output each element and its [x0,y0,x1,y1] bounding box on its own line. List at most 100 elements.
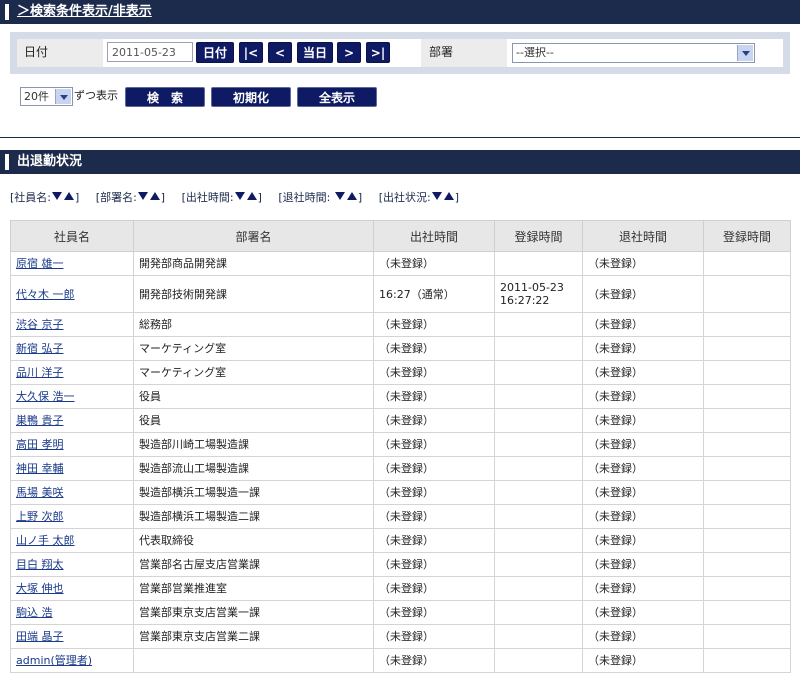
employee-link[interactable]: 巣鴨 貴子 [16,414,64,427]
employee-link[interactable]: 大塚 伸也 [16,582,64,595]
employee-name-cell: 高田 孝明 [10,432,134,457]
clock-out-registered-cell [703,432,791,457]
clock-out-registered-cell [703,648,791,673]
page-size-value: 20件 [24,90,49,103]
clock-in-registered-cell [494,624,583,649]
divider [0,137,800,138]
clock-out-registered-cell [703,528,791,553]
clock-in-registered-cell [494,504,583,529]
department-cell: 役員 [133,408,374,433]
clock-in-cell: （未登録） [373,528,495,553]
first-day-button[interactable]: |< [239,42,263,63]
employee-link[interactable]: 高田 孝明 [16,438,64,451]
sort-asc-icon[interactable] [443,192,454,200]
current-day-button[interactable]: 当日 [297,42,333,63]
sort-asc-icon[interactable] [149,192,160,200]
employee-name-cell: 目白 翔太 [10,552,134,577]
table-row: 山ノ手 太郎 代表取締役 （未登録） （未登録） [10,528,791,553]
sort-desc-icon[interactable] [137,192,148,200]
next-day-button[interactable]: > [337,42,361,63]
table-row: 神田 幸輔 製造部流山工場製造課 （未登録） （未登録） [10,456,791,481]
clock-in-cell: （未登録） [373,336,495,361]
today-button[interactable]: 日付 [196,42,234,63]
dept-select[interactable]: --選択-- [512,43,755,63]
clock-in-registered-cell [494,312,583,337]
employee-name-cell: 代々木 一郎 [10,275,134,313]
department-cell: 営業部営業推進室 [133,576,374,601]
table-row: 目白 翔太 営業部名古屋支店営業課 （未登録） （未登録） [10,552,791,577]
table-row: 高田 孝明 製造部川崎工場製造課 （未登録） （未登録） [10,432,791,457]
clock-in-cell: （未登録） [373,432,495,457]
section-marker [5,154,9,170]
employee-link[interactable]: 大久保 浩一 [16,390,75,403]
prev-day-button[interactable]: < [268,42,292,63]
employee-name-cell: 上野 次郎 [10,504,134,529]
department-cell: 開発部商品開発課 [133,251,374,276]
employee-link[interactable]: 馬場 美咲 [16,486,64,499]
clock-out-cell: （未登録） [582,600,704,625]
section-marker [5,4,9,20]
employee-link[interactable]: 山ノ手 太郎 [16,534,75,547]
employee-link[interactable]: admin(管理者) [16,654,92,667]
attendance-table: 社員名 部署名 出社時間 登録時間 退社時間 登録時間 原宿 雄一 開発部商品開発… [10,220,791,673]
sort-bar: [社員名:] [部署名:] [出社時間:] [退社時間: ] [出社状況:] [10,189,472,205]
clock-in-cell: （未登録） [373,480,495,505]
employee-link[interactable]: 目白 翔太 [16,558,64,571]
sort-label: [出社時間: [181,191,234,204]
clock-out-cell: （未登録） [582,456,704,481]
last-day-button[interactable]: >| [366,42,390,63]
clock-out-cell: （未登録） [582,408,704,433]
sort-desc-icon[interactable] [431,192,442,200]
clock-out-registered-cell [703,576,791,601]
clock-in-cell: （未登録） [373,408,495,433]
chevron-down-icon[interactable] [55,89,71,104]
col-department: 部署名 [133,220,374,252]
employee-link[interactable]: 田端 晶子 [16,630,64,643]
employee-link[interactable]: 渋谷 京子 [16,318,64,331]
employee-link[interactable]: 上野 次郎 [16,510,64,523]
table-row: 馬場 美咲 製造部横浜工場製造一課 （未登録） （未登録） [10,480,791,505]
clock-in-cell: （未登録） [373,600,495,625]
employee-link[interactable]: 代々木 一郎 [16,288,75,301]
clock-out-registered-cell [703,552,791,577]
table-row: 大塚 伸也 営業部営業推進室 （未登録） （未登録） [10,576,791,601]
search-button[interactable]: 検 索 [125,87,205,107]
reset-button[interactable]: 初期化 [211,87,291,107]
employee-name-cell: 大久保 浩一 [10,384,134,409]
employee-link[interactable]: 新宿 弘子 [16,342,64,355]
employee-name-cell: 新宿 弘子 [10,336,134,361]
employee-link[interactable]: 神田 幸輔 [16,462,64,475]
clock-out-registered-cell [703,600,791,625]
sort-desc-icon[interactable] [334,192,345,200]
table-row: 大久保 浩一 役員 （未登録） （未登録） [10,384,791,409]
sort-desc-icon[interactable] [234,192,245,200]
search-toggle-bar: ＞検索条件表示/非表示 [0,0,800,24]
table-row: 原宿 雄一 開発部商品開発課 （未登録） （未登録） [10,251,791,276]
clock-out-cell: （未登録） [582,384,704,409]
col-clock-in-registered: 登録時間 [494,220,583,252]
employee-link[interactable]: 原宿 雄一 [16,257,64,270]
clock-out-cell: （未登録） [582,576,704,601]
clock-in-cell: （未登録） [373,624,495,649]
employee-link[interactable]: 品川 洋子 [16,366,64,379]
sort-asc-icon[interactable] [246,192,257,200]
clock-in-registered-cell [494,408,583,433]
clock-out-cell: （未登録） [582,432,704,457]
clock-out-registered-cell [703,456,791,481]
clock-in-cell: （未登録） [373,552,495,577]
sort-asc-icon[interactable] [64,192,74,200]
show-all-button[interactable]: 全表示 [297,87,377,107]
date-input[interactable]: 2011-05-23 [107,42,193,62]
employee-link[interactable]: 駒込 浩 [16,606,53,619]
sort-asc-icon[interactable] [346,192,357,200]
department-cell [133,648,374,673]
employee-name-cell: 渋谷 京子 [10,312,134,337]
clock-out-registered-cell [703,251,791,276]
search-toggle-link[interactable]: ＞検索条件表示/非表示 [17,3,152,21]
clock-out-cell: （未登録） [582,251,704,276]
clock-out-cell: （未登録） [582,648,704,673]
page-size-select[interactable]: 20件 [20,87,73,106]
clock-out-cell: （未登録） [582,528,704,553]
sort-desc-icon[interactable] [52,192,62,200]
chevron-down-icon[interactable] [737,45,753,61]
